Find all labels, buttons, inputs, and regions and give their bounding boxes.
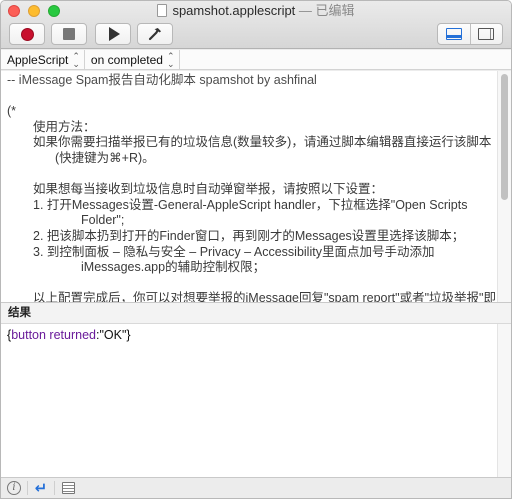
result-view-button[interactable]: ↵ bbox=[28, 478, 54, 498]
result-pane-header[interactable]: 结果 bbox=[1, 302, 511, 324]
show-result-pane-button[interactable] bbox=[438, 24, 470, 44]
reply-icon: ↵ bbox=[34, 480, 48, 497]
code-line: 以上配置完成后，你可以对想要举报的iMessage回复"spam report"… bbox=[33, 291, 496, 302]
stop-button[interactable] bbox=[51, 23, 87, 45]
bottom-bar: i ↵ bbox=[1, 477, 511, 498]
code-line: -- iMessage Spam报告自动化脚本 spamshot by ashf… bbox=[7, 73, 317, 87]
edited-status: — 已编辑 bbox=[298, 3, 355, 18]
result-value: "OK" bbox=[99, 328, 127, 342]
titlebar: spamshot.applescript — 已编辑 bbox=[1, 1, 511, 49]
code-line: (* bbox=[7, 104, 17, 119]
navigation-bar: AppleScript ⌃ ⌄ on completed ⌃ ⌄ bbox=[1, 50, 511, 70]
show-sidebar-button[interactable] bbox=[469, 24, 503, 44]
compile-button[interactable] bbox=[137, 23, 173, 45]
script-editor-window: spamshot.applescript — 已编辑 AppleScript ⌃… bbox=[0, 0, 512, 499]
popup-arrows-icon: ⌃ ⌄ bbox=[166, 50, 175, 69]
code-line: 如果你需要扫描举报已有的垃圾信息(数量较多)，请通过脚本编辑器直接运行该脚本(快… bbox=[33, 135, 492, 165]
show-sidebar-icon bbox=[478, 28, 495, 40]
code-line: 3. 到控制面板 – 隐私与安全 – Privacy – Accessibili… bbox=[33, 244, 435, 275]
play-icon bbox=[108, 27, 120, 41]
language-label: AppleScript bbox=[7, 52, 69, 67]
log-icon bbox=[61, 482, 75, 494]
window-title-text: spamshot.applescript bbox=[172, 3, 296, 18]
record-icon bbox=[20, 27, 34, 41]
result-pane[interactable]: {button returned:"OK"} bbox=[1, 324, 499, 479]
editor-scrollbar-thumb[interactable] bbox=[501, 74, 508, 200]
run-button[interactable] bbox=[95, 23, 131, 45]
result-scrollbar[interactable] bbox=[497, 324, 511, 479]
hammer-icon bbox=[148, 28, 161, 41]
result-close-brace: } bbox=[126, 328, 131, 342]
show-result-pane-icon bbox=[445, 28, 462, 40]
handler-popup[interactable]: on completed ⌃ ⌄ bbox=[85, 50, 180, 69]
window-title: spamshot.applescript — 已编辑 bbox=[1, 3, 511, 19]
record-button[interactable] bbox=[9, 23, 45, 45]
view-segmented-control bbox=[437, 23, 503, 45]
document-icon bbox=[157, 4, 168, 17]
popup-arrows-icon: ⌃ ⌄ bbox=[72, 50, 80, 69]
log-view-button[interactable] bbox=[55, 478, 81, 498]
editor-scrollbar[interactable] bbox=[497, 71, 511, 302]
stop-icon bbox=[63, 28, 75, 40]
code-line: 如果想每当接收到垃圾信息时自动弹窗举报，请按照以下设置： bbox=[33, 182, 384, 197]
code-line: 1. 打开Messages设置-General-AppleScript hand… bbox=[33, 197, 468, 228]
code-line: 使用方法： bbox=[33, 119, 96, 134]
language-popup[interactable]: AppleScript ⌃ ⌄ bbox=[1, 50, 85, 69]
handler-label: on completed bbox=[90, 52, 163, 67]
script-editor[interactable]: -- iMessage Spam报告自动化脚本 spamshot by ashf… bbox=[1, 71, 499, 302]
info-icon: i bbox=[7, 481, 21, 495]
result-key: button returned bbox=[11, 328, 96, 342]
code-line: 2. 把该脚本扔到打开的Finder窗口，再到刚才的Messages设置里选择该… bbox=[33, 228, 465, 243]
description-button[interactable]: i bbox=[1, 478, 27, 498]
